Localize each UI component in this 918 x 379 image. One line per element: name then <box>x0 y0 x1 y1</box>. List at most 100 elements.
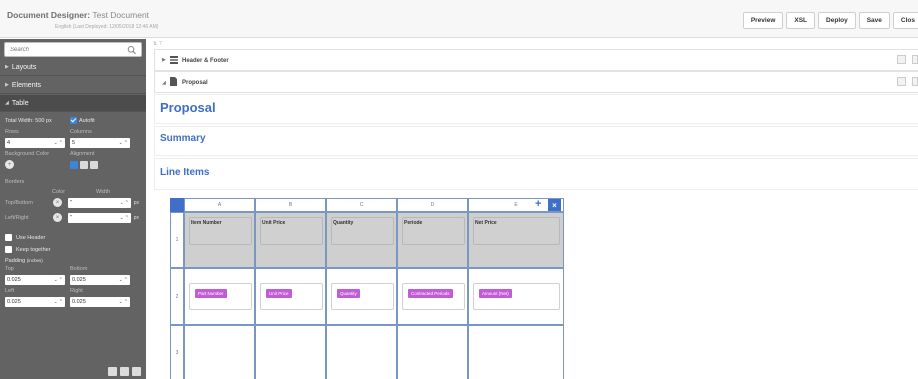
line-items-heading-block[interactable]: Line Items <box>154 158 918 190</box>
table-cell[interactable]: Contracted Periods <box>397 268 468 325</box>
chevron-down-icon[interactable]: ⌄ <box>54 277 58 283</box>
border-left-right-stepper[interactable]: " ⌄ ⌃ px <box>68 213 139 223</box>
autofit-checkbox[interactable] <box>70 117 77 124</box>
row-head-2[interactable]: 2 <box>170 268 184 325</box>
align-right-icon[interactable] <box>90 161 98 169</box>
row-head-3[interactable]: 3 <box>170 325 184 379</box>
properties-panel: ▶ Layouts ▶ Elements ◢ Table Total Width… <box>0 39 146 379</box>
rows-stepper[interactable]: 4 ⌄ ⌃ <box>5 138 65 148</box>
rows-label: Rows <box>5 129 19 135</box>
add-column-icon[interactable]: + <box>535 199 541 210</box>
chevron-up-icon[interactable]: ⌃ <box>125 215 129 221</box>
padding-right-value: 0.025 <box>72 299 86 305</box>
field-chip[interactable]: Part Number <box>195 289 227 298</box>
save-button[interactable]: Save <box>858 12 890 29</box>
border-style-value: " <box>70 200 72 206</box>
chevron-up-icon[interactable]: ⌃ <box>124 299 128 305</box>
column-head-c[interactable]: C <box>326 198 397 212</box>
delete-icon[interactable] <box>132 367 141 376</box>
table-cell[interactable]: Periode <box>397 212 468 268</box>
chevron-down-icon[interactable]: ⌄ <box>120 215 124 221</box>
table-cell[interactable] <box>326 325 397 379</box>
summary-heading-block[interactable]: Summary <box>154 126 918 156</box>
chevron-up-icon[interactable]: ⌃ <box>124 277 128 283</box>
header-footer-section[interactable]: ▶ Header & Footer <box>154 49 918 71</box>
align-center-icon[interactable] <box>80 161 88 169</box>
expand-arrow-icon[interactable]: ▶ <box>162 57 166 63</box>
chevron-down-icon[interactable]: ⌄ <box>54 140 58 146</box>
proposal-section[interactable]: ◢ Proposal <box>154 71 918 93</box>
search-icon[interactable] <box>126 45 138 55</box>
padding-right-stepper[interactable]: 0.025 ⌄ ⌃ <box>70 297 130 307</box>
accordion-elements[interactable]: ▶ Elements <box>0 77 146 94</box>
table-cell[interactable]: Amount (Net) <box>468 268 564 325</box>
table-cell[interactable] <box>468 325 564 379</box>
align-left-icon[interactable] <box>70 161 78 169</box>
chevron-up-icon[interactable]: ⌃ <box>124 140 128 146</box>
chevron-up-icon[interactable]: ⌃ <box>59 299 63 305</box>
padding-top-stepper[interactable]: 0.025 ⌄ ⌃ <box>5 275 65 285</box>
use-header-checkbox[interactable] <box>5 234 12 241</box>
field-chip[interactable]: Contracted Periods <box>408 289 453 298</box>
table-cell[interactable] <box>184 325 255 379</box>
table-cell[interactable]: Quantity <box>326 212 397 268</box>
table-cell[interactable] <box>397 325 468 379</box>
cell-content[interactable]: Quantity <box>331 283 394 310</box>
table-cell[interactable]: Part Number <box>184 268 255 325</box>
chevron-down-icon[interactable]: ⌄ <box>54 299 58 305</box>
paste-icon[interactable] <box>120 367 129 376</box>
column-head-a[interactable]: A <box>184 198 255 212</box>
padding-bottom-stepper[interactable]: 0.025 ⌄ ⌃ <box>70 275 130 285</box>
sort-icon[interactable]: ⇅ ⊤ <box>153 41 163 47</box>
table-cell[interactable] <box>255 325 326 379</box>
collapse-arrow-icon[interactable]: ◢ <box>162 80 166 86</box>
search-input[interactable] <box>5 43 123 56</box>
cell-content[interactable]: Contracted Periods <box>402 283 465 310</box>
cell-content[interactable]: Amount (Net) <box>473 283 560 310</box>
chevron-up-icon[interactable]: ⌃ <box>59 140 63 146</box>
toolbar: Preview XSL Deploy Save Clos <box>742 12 918 29</box>
border-top-bottom-stepper[interactable]: " ⌄ ⌃ px <box>68 198 139 208</box>
accordion-layouts[interactable]: ▶ Layouts <box>0 59 146 76</box>
column-head-d[interactable]: D <box>397 198 468 212</box>
table-select-corner[interactable] <box>170 198 184 212</box>
padding-left-stepper[interactable]: 0.025 ⌄ ⌃ <box>5 297 65 307</box>
chevron-down-icon[interactable]: ⌄ <box>120 200 124 206</box>
chevron-up-icon[interactable]: ⌃ <box>59 277 63 283</box>
padding-title: Padding <box>5 258 26 264</box>
chevron-down-icon[interactable]: ⌄ <box>119 277 123 283</box>
table-cell[interactable]: Unit Price <box>255 268 326 325</box>
field-chip[interactable]: Quantity <box>337 289 360 298</box>
add-color-icon[interactable]: + <box>5 160 14 169</box>
field-chip[interactable]: Amount (Net) <box>479 289 512 298</box>
chevron-down-icon[interactable]: ⌄ <box>119 140 123 146</box>
xsl-button[interactable]: XSL <box>786 12 816 29</box>
chevron-down-icon[interactable]: ⌄ <box>119 299 123 305</box>
delete-table-icon[interactable]: × <box>548 199 561 211</box>
deploy-button[interactable]: Deploy <box>818 12 856 29</box>
field-chip[interactable]: Unit Price <box>266 289 292 298</box>
table-cell[interactable]: Quantity <box>326 268 397 325</box>
border-color-picker-icon[interactable]: × <box>53 198 62 207</box>
columns-stepper[interactable]: 5 ⌄ ⌃ <box>70 138 130 148</box>
settings-icon[interactable] <box>912 55 918 64</box>
accordion-table[interactable]: ◢ Table <box>0 95 146 112</box>
column-head-b[interactable]: B <box>255 198 326 212</box>
cell-content[interactable]: Unit Price <box>260 283 323 310</box>
preview-button[interactable]: Preview <box>742 12 784 29</box>
copy-icon[interactable] <box>108 367 117 376</box>
resize-icon[interactable] <box>897 55 906 64</box>
border-style-value: " <box>70 215 72 221</box>
table-cell[interactable]: Item Number <box>184 212 255 268</box>
border-color-picker-icon[interactable]: × <box>53 213 62 222</box>
close-button[interactable]: Clos <box>892 12 918 29</box>
proposal-heading-block[interactable]: Proposal <box>154 94 918 124</box>
table-cell[interactable]: Unit Price <box>255 212 326 268</box>
settings-icon[interactable] <box>912 77 918 86</box>
resize-icon[interactable] <box>897 77 906 86</box>
row-head-1[interactable]: 1 <box>170 212 184 268</box>
table-cell[interactable]: Net Price <box>468 212 564 268</box>
keep-together-checkbox[interactable] <box>5 246 12 253</box>
chevron-up-icon[interactable]: ⌃ <box>125 200 129 206</box>
cell-content[interactable]: Part Number <box>189 283 252 310</box>
